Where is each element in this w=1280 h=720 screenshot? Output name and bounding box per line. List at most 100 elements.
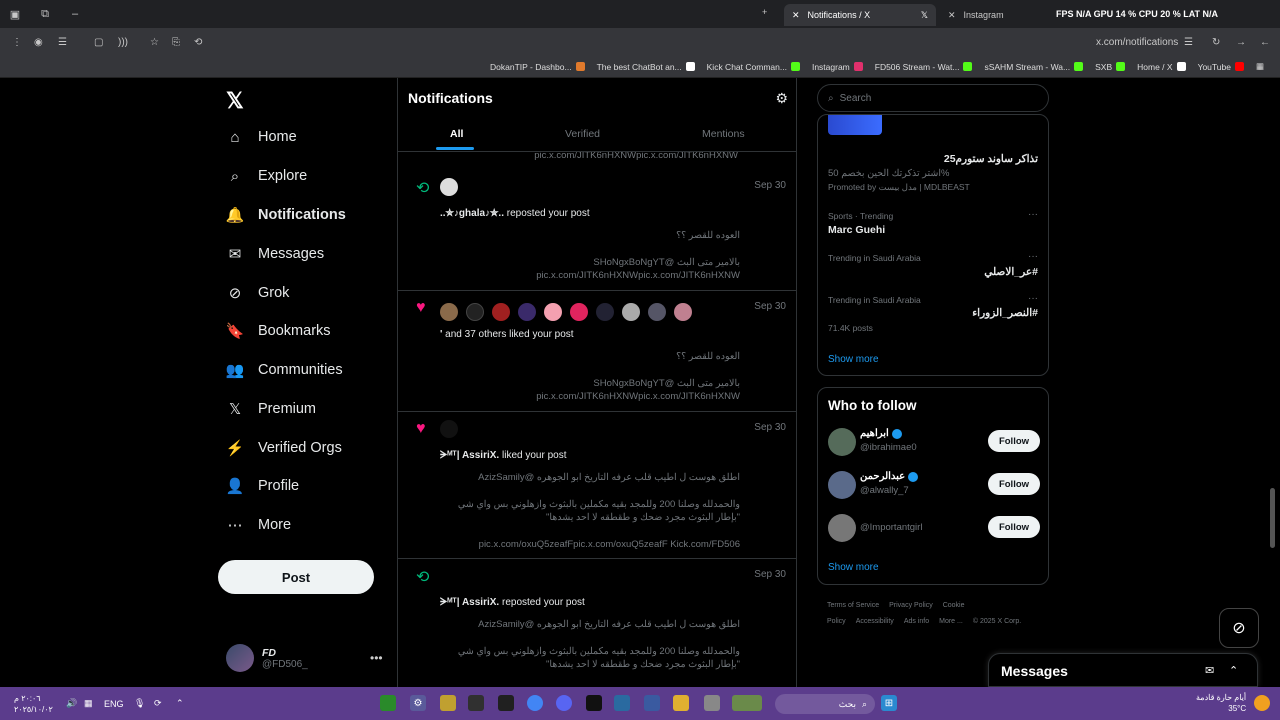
address-bar[interactable]: x.com/notifications <box>1096 37 1178 48</box>
nav-item-more[interactable]: ⋯ More <box>226 516 292 534</box>
search-input[interactable]: ⌕ Search <box>817 84 1049 112</box>
bookmark-star-icon[interactable]: ☆ <box>150 37 159 48</box>
ad-image[interactable] <box>828 115 882 135</box>
tabs-icon[interactable]: ▢ <box>94 37 103 48</box>
trend-name[interactable]: #النصر_الزوراء <box>972 307 1038 319</box>
terminal-icon[interactable] <box>586 695 602 711</box>
tools-icon[interactable]: ☰ <box>58 37 67 48</box>
messages-drawer[interactable]: Messages ✉ ⌃ <box>988 653 1258 687</box>
cast-icon[interactable]: ))) <box>118 37 128 48</box>
close-tab-icon[interactable]: ✕ <box>792 10 800 21</box>
footer-link[interactable]: © 2025 X Corp. <box>973 618 1021 625</box>
follow-suggestion[interactable]: عبدالرحمن @alwally_7 Follow <box>828 469 1040 501</box>
window-menu-icon[interactable]: ▣ <box>0 8 30 21</box>
follow-button[interactable]: Follow <box>988 430 1040 452</box>
footer-link[interactable]: Terms of Service <box>827 602 879 609</box>
grok-button[interactable]: ⊘ <box>1219 608 1259 648</box>
post-link[interactable]: pic.x.com/JITK6nHXNWpic.x.com/JITK6nHXNW <box>536 270 740 281</box>
bookmark-item[interactable]: Instagram <box>812 62 863 72</box>
app-icon[interactable] <box>498 695 514 711</box>
nav-item-bookmarks[interactable]: 🔖 Bookmarks <box>226 322 331 340</box>
bookmark-item[interactable]: Kick Chat Comman... <box>707 62 800 72</box>
notification-item[interactable]: ♥ Sep 30 ' and 37 others liked your post… <box>398 291 796 412</box>
notification-item[interactable]: ⟲ Sep 30 ..✮♪ghala♪✮.. reposted your pos… <box>398 170 796 291</box>
taskbar-search[interactable]: بحث ⌕ <box>775 694 875 714</box>
bookmark-item[interactable]: sSAHM Stream - Wa... <box>984 62 1084 72</box>
extension-icon[interactable]: ◉ <box>34 37 43 48</box>
avatar[interactable] <box>518 303 536 321</box>
footer-link[interactable]: Accessibility <box>856 618 894 625</box>
discord-icon[interactable] <box>556 695 572 711</box>
bookmark-item[interactable]: Home / X <box>1137 62 1186 72</box>
avatar[interactable] <box>440 303 458 321</box>
avatar[interactable] <box>596 303 614 321</box>
account-switcher[interactable]: FD @FD506_ <box>226 644 308 672</box>
app-icon[interactable] <box>704 695 720 711</box>
avatar[interactable] <box>828 428 856 456</box>
nav-item-verified-orgs[interactable]: ⚡ Verified Orgs <box>226 439 342 457</box>
chrome-icon[interactable] <box>527 695 543 711</box>
avatar[interactable] <box>544 303 562 321</box>
trend-name[interactable]: #عر_الاصلي <box>984 266 1038 278</box>
avatar[interactable] <box>674 303 692 321</box>
more-dots-icon[interactable]: ··· <box>1028 251 1038 262</box>
avatar[interactable] <box>492 303 510 321</box>
sync-icon[interactable]: ⟳ <box>154 698 162 709</box>
close-tab-icon[interactable]: ✕ <box>948 10 956 21</box>
more-dots-icon[interactable]: ··· <box>1028 293 1038 304</box>
volume-icon[interactable]: 🔊 <box>66 698 77 709</box>
post-link[interactable]: pic.x.com/JITK6nHXNWpic.x.com/JITK6nHXNW <box>536 391 740 402</box>
nav-item-grok[interactable]: ⊘ Grok <box>226 284 290 302</box>
menu-dots-icon[interactable]: ⋮ <box>12 37 22 48</box>
app-icon[interactable] <box>380 695 396 711</box>
follow-button[interactable]: Follow <box>988 516 1040 538</box>
follow-suggestion[interactable]: ابراهيم @ibrahimae0 Follow <box>828 426 1040 458</box>
screenshot-icon[interactable]: ⟲ <box>194 37 202 48</box>
all-bookmarks-icon[interactable]: ▦ <box>1256 61 1264 72</box>
notification-item[interactable]: ♥ Sep 30 ᗒᴹᵀ| AssiriX. liked your post ا… <box>398 412 796 559</box>
tab-verified[interactable]: Verified <box>565 128 600 140</box>
show-more-link[interactable]: Show more <box>828 354 879 365</box>
nav-item-communities[interactable]: 👥 Communities <box>226 361 343 379</box>
shield-icon[interactable] <box>644 695 660 711</box>
tab-mentions[interactable]: Mentions <box>702 128 745 140</box>
forward-icon[interactable]: → <box>1236 37 1246 48</box>
site-settings-icon[interactable]: ☰ <box>1184 37 1193 48</box>
tab-instagram[interactable]: ✕ Instagram <box>940 4 1050 26</box>
avatar[interactable] <box>440 178 458 196</box>
nav-item-home[interactable]: ⌂ Home <box>226 128 296 146</box>
back-icon[interactable]: ← <box>1260 37 1270 48</box>
network-icon[interactable]: ▦ <box>84 698 93 709</box>
more-dots-icon[interactable]: ··· <box>1028 209 1038 220</box>
avatar[interactable] <box>466 303 484 321</box>
nav-item-explore[interactable]: ⌕ Explore <box>226 167 307 185</box>
start-icon[interactable]: ⊞ <box>881 695 897 711</box>
nav-item-messages[interactable]: ✉ Messages <box>226 245 324 263</box>
expand-icon[interactable]: ⌃ <box>1229 664 1238 677</box>
avatar[interactable] <box>440 420 458 438</box>
weather-info[interactable]: أيام حارة قادمة 35°C <box>1196 692 1246 714</box>
bookmark-item[interactable]: YouTube <box>1198 62 1244 72</box>
app-icon[interactable] <box>614 695 630 711</box>
tab-search-icon[interactable]: ⧉ <box>30 8 60 21</box>
bookmark-item[interactable]: DokanTIP - Dashbo... <box>490 62 585 72</box>
nav-item-profile[interactable]: 👤 Profile <box>226 477 299 495</box>
mic-icon[interactable]: 🎙 <box>134 698 145 709</box>
show-more-link[interactable]: Show more <box>828 562 879 573</box>
new-message-icon[interactable]: ✉ <box>1205 664 1214 677</box>
minimize-icon[interactable]: – <box>60 8 90 20</box>
avatar[interactable] <box>622 303 640 321</box>
post-button[interactable]: Post <box>218 560 374 594</box>
new-tab-icon[interactable]: + <box>762 7 767 17</box>
follow-suggestion[interactable]: @Importantgirl Follow <box>828 512 1040 544</box>
chevron-down-icon[interactable]: ⌃ <box>176 698 184 709</box>
app-icon[interactable] <box>440 695 456 711</box>
avatar[interactable] <box>828 514 856 542</box>
notification-item[interactable]: ⟲ Sep 30 ᗒᴹᵀ| AssiriX. reposted your pos… <box>398 559 796 687</box>
avatar[interactable] <box>570 303 588 321</box>
bookmark-item[interactable]: SXB <box>1095 62 1126 72</box>
avatar[interactable] <box>828 471 856 499</box>
more-dots-icon[interactable]: ••• <box>370 651 383 665</box>
nav-item-notifications[interactable]: 🔔 Notifications <box>226 206 346 224</box>
share-icon[interactable]: ⎘ <box>172 37 180 48</box>
